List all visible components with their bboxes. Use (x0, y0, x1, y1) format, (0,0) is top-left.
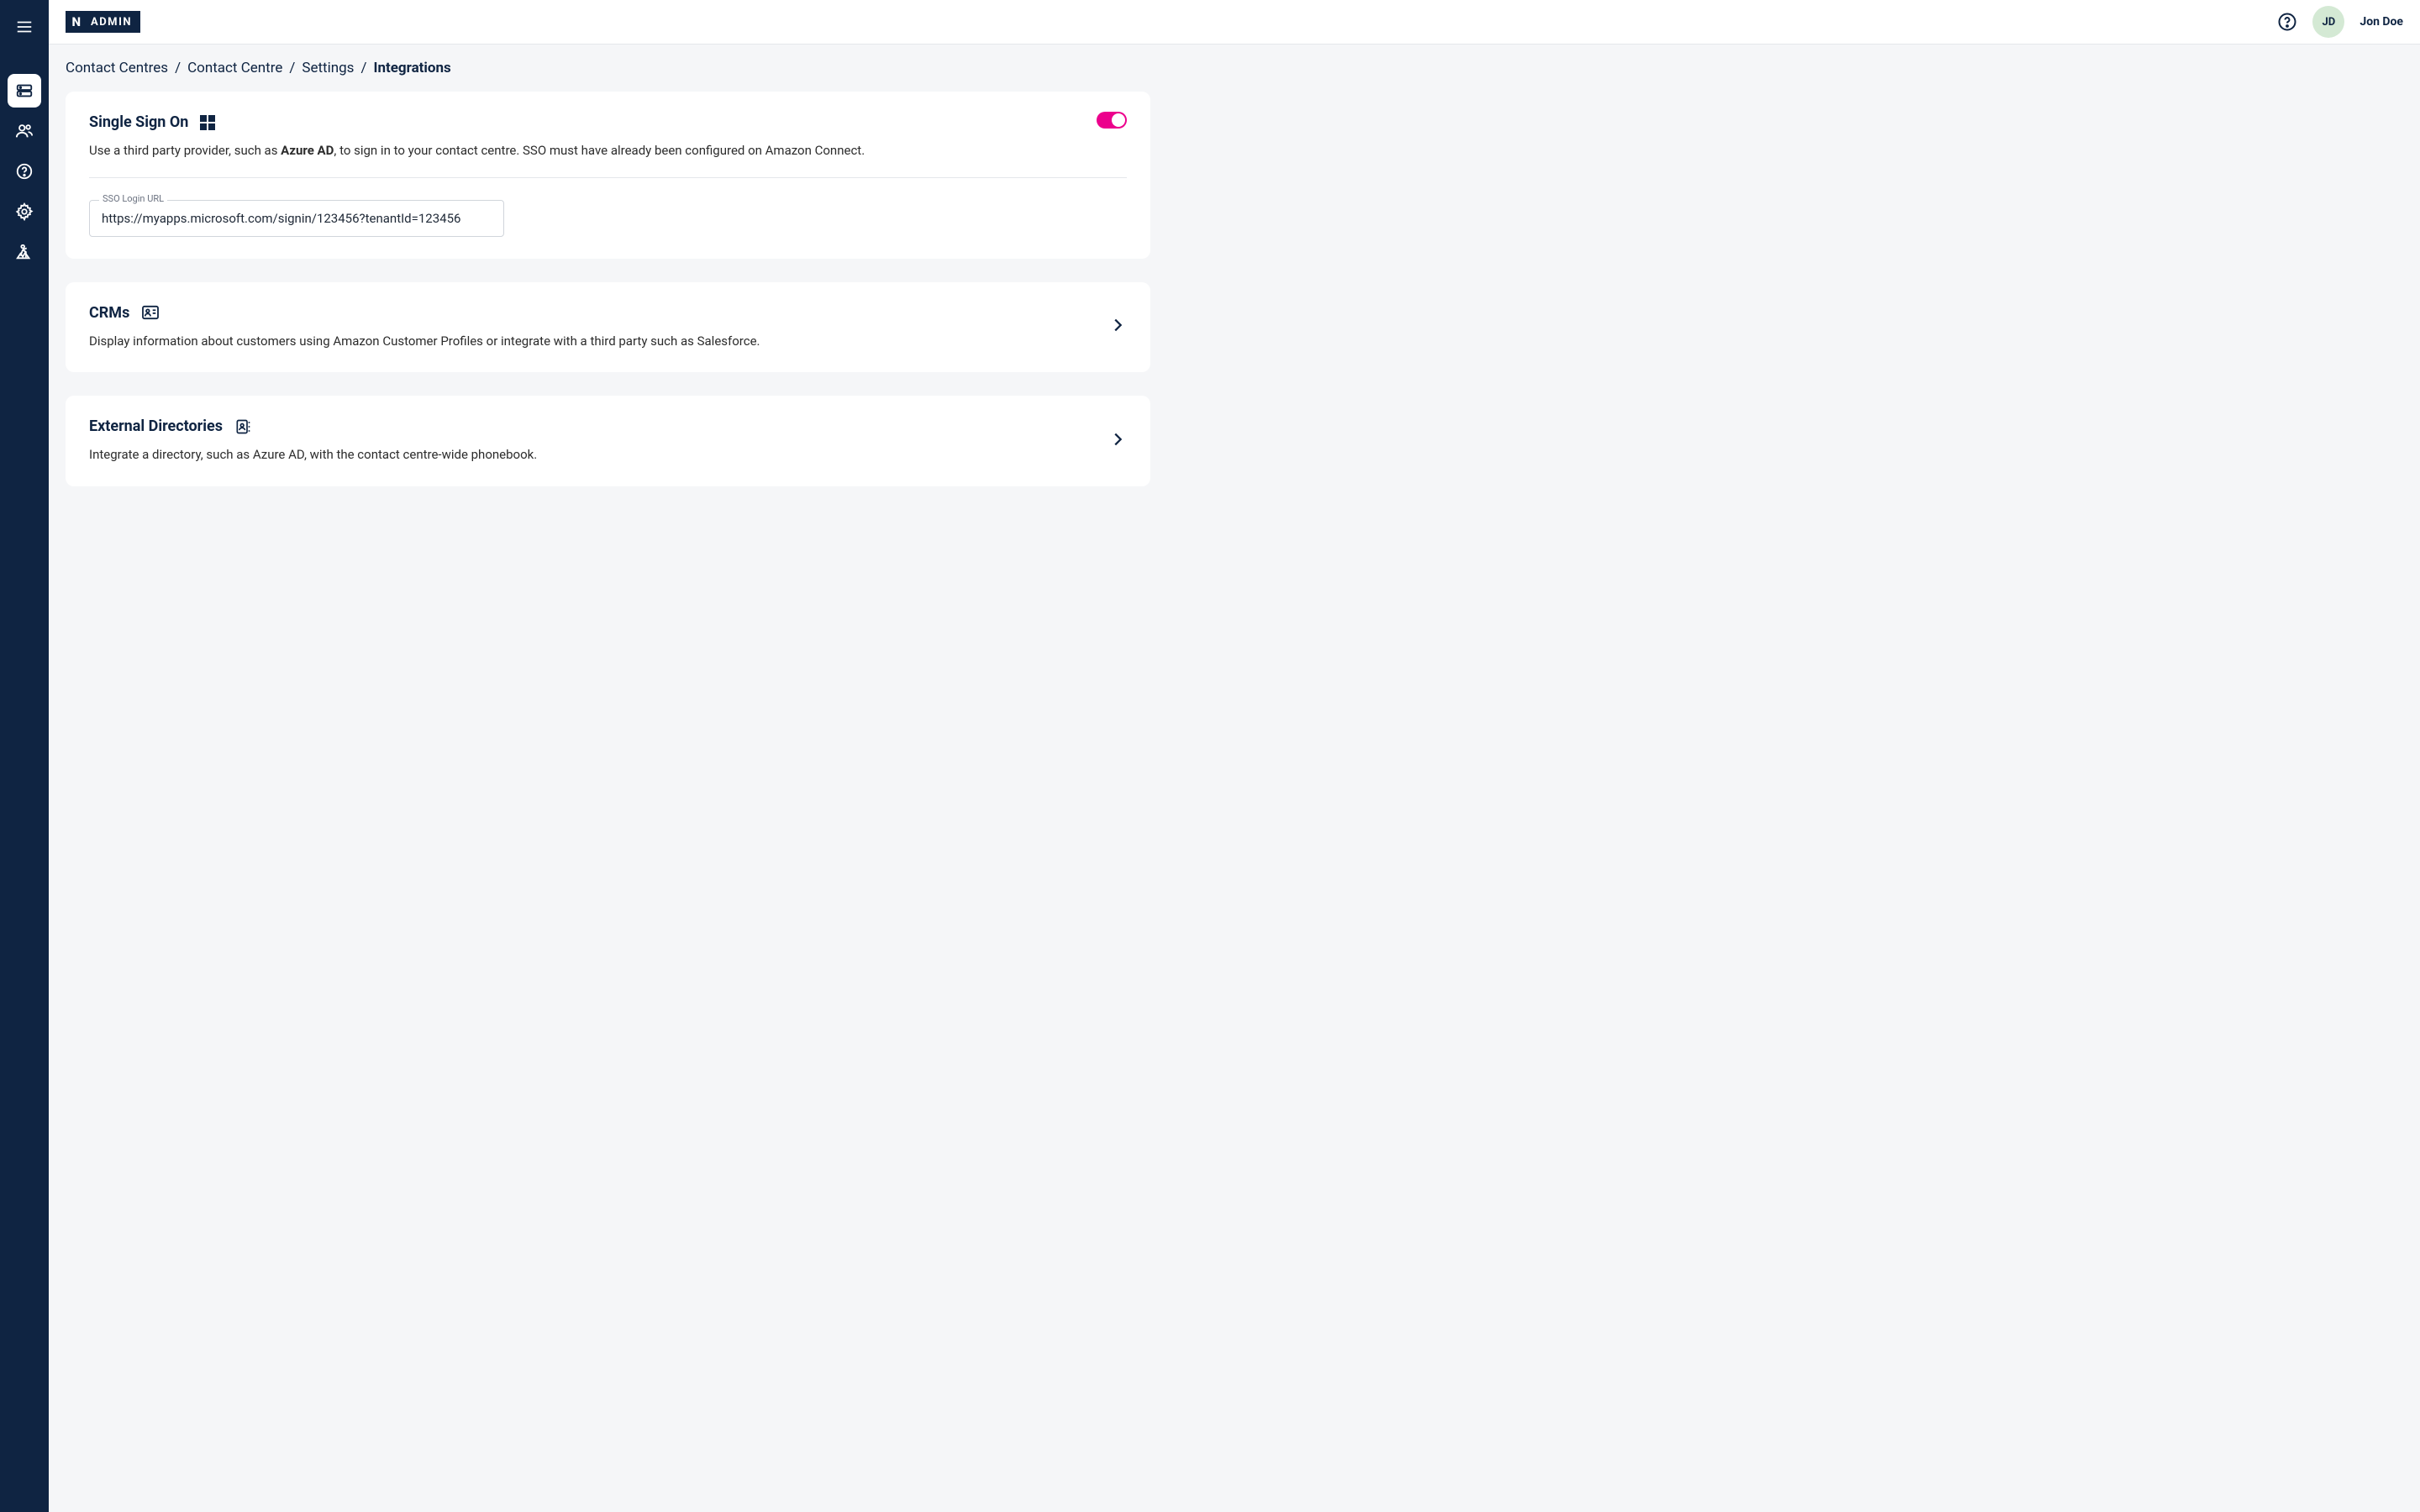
crms-description: Display information about customers usin… (89, 332, 1127, 351)
chevron-right-icon (1108, 430, 1127, 449)
crms-title: CRMs (89, 304, 129, 322)
sso-url-label: SSO Login URL (99, 193, 167, 204)
crms-expand[interactable] (1108, 316, 1127, 338)
nav-contact-centres[interactable] (8, 74, 41, 108)
ext-description: Integrate a directory, such as Azure AD,… (89, 445, 1127, 465)
logo-text: ADMIN (87, 11, 140, 33)
gear-icon (15, 202, 34, 221)
nav-help[interactable] (8, 155, 41, 188)
sso-description: Use a third party provider, such as Azur… (89, 141, 1127, 160)
ext-expand[interactable] (1108, 430, 1127, 452)
id-card-icon (141, 305, 160, 320)
logo-mark: N (66, 11, 87, 33)
sso-title: Single Sign On (89, 113, 188, 131)
address-book-icon (234, 418, 251, 435)
breadcrumb-item[interactable]: Contact Centres (66, 60, 168, 76)
help-button[interactable] (2277, 12, 2297, 32)
nav-outdoor[interactable] (8, 235, 41, 269)
ext-title: External Directories (89, 417, 223, 435)
menu-button[interactable] (8, 10, 41, 44)
sso-url-field-wrapper: SSO Login URL (89, 200, 504, 237)
avatar[interactable]: JD (2312, 6, 2344, 38)
crms-card[interactable]: CRMs Display information about customers… (66, 282, 1150, 373)
sidebar (0, 0, 49, 1512)
main: Contact Centres / Contact Centre / Setti… (49, 45, 1167, 525)
hiking-icon (15, 243, 34, 261)
help-circle-icon (2277, 12, 2297, 32)
hamburger-icon (15, 18, 34, 36)
breadcrumb-item[interactable]: Settings (302, 60, 354, 76)
breadcrumb: Contact Centres / Contact Centre / Setti… (66, 60, 1150, 76)
nav-settings[interactable] (8, 195, 41, 228)
sso-toggle[interactable] (1097, 112, 1127, 129)
external-directories-card[interactable]: External Directories Integrate a directo… (66, 396, 1150, 486)
breadcrumb-current: Integrations (373, 60, 450, 76)
microsoft-icon (200, 115, 215, 130)
users-icon (15, 122, 34, 140)
server-icon (15, 81, 34, 100)
breadcrumb-item[interactable]: Contact Centre (187, 60, 282, 76)
chevron-right-icon (1108, 316, 1127, 334)
help-circle-icon (15, 162, 34, 181)
logo[interactable]: N ADMIN (66, 11, 140, 33)
nav-users[interactable] (8, 114, 41, 148)
header: N ADMIN JD Jon Doe (49, 0, 2420, 45)
sso-url-input[interactable] (89, 200, 504, 237)
username: Jon Doe (2360, 15, 2403, 29)
sso-card: Single Sign On Use a third party provide… (66, 92, 1150, 259)
